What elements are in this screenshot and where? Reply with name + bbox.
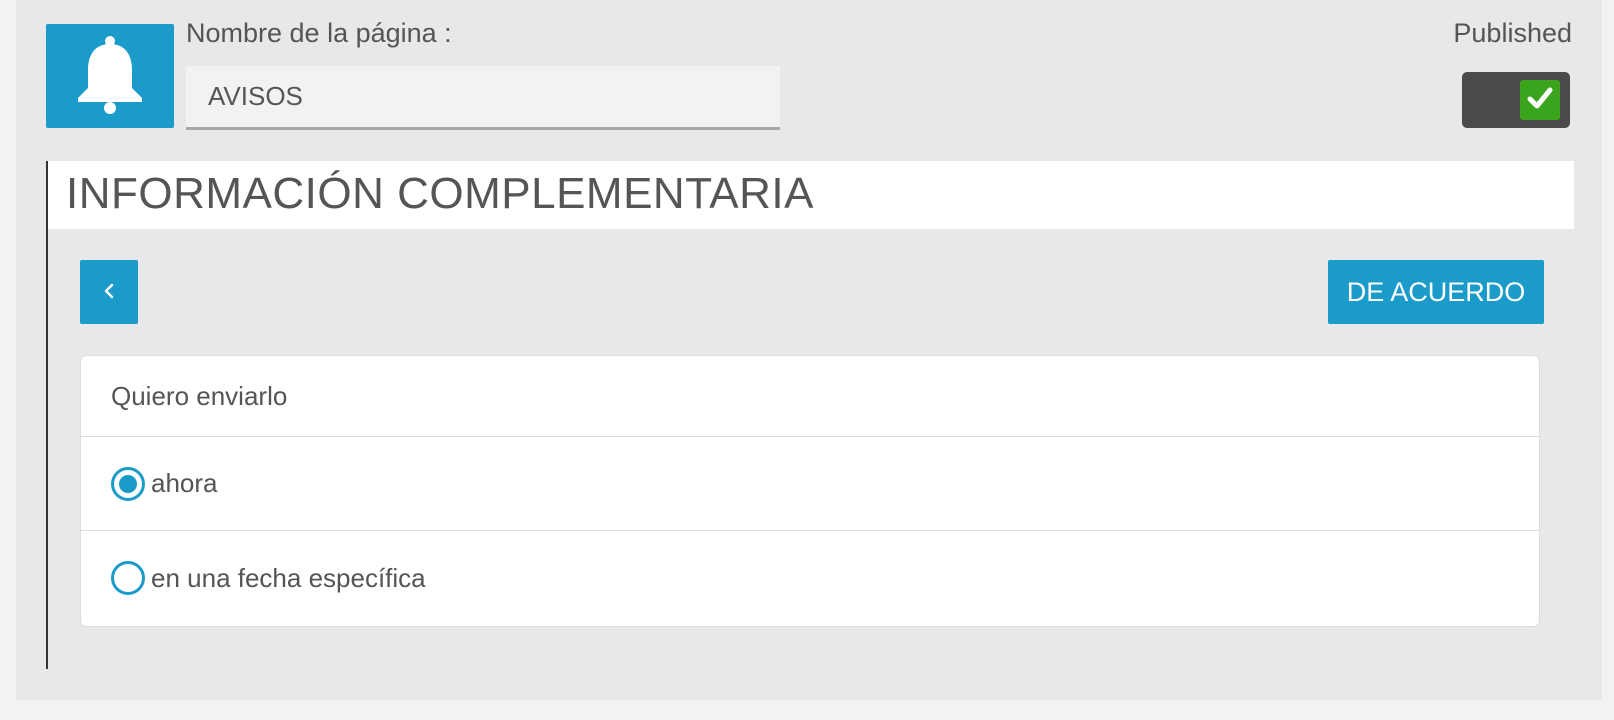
page-name-input[interactable]	[186, 66, 780, 130]
option-specific-date[interactable]: en una fecha específica	[81, 531, 1539, 625]
chevron-left-icon	[101, 281, 117, 304]
page-icon-tile[interactable]	[46, 24, 174, 128]
send-options-card: Quiero enviarlo ahora en una fecha espec…	[80, 355, 1540, 627]
option-now-label: ahora	[151, 468, 218, 498]
bell-icon	[74, 32, 146, 121]
page-name-label: Nombre de la página :	[186, 18, 452, 48]
section-title: INFORMACIÓN COMPLEMENTARIA	[66, 169, 815, 218]
radio-specific-date[interactable]	[111, 561, 145, 595]
section-title-bar: INFORMACIÓN COMPLEMENTARIA	[48, 161, 1574, 229]
send-options-header: Quiero enviarlo	[81, 356, 1539, 437]
ok-button[interactable]: DE ACUERDO	[1328, 260, 1544, 324]
published-toggle[interactable]	[1462, 72, 1570, 128]
option-specific-date-label: en una fecha específica	[151, 562, 426, 593]
checkmark-icon	[1526, 84, 1554, 117]
complementary-info-section: INFORMACIÓN COMPLEMENTARIA DE ACUERDO Qu…	[46, 161, 1574, 669]
option-now[interactable]: ahora	[81, 437, 1539, 531]
back-button[interactable]	[80, 260, 138, 324]
toggle-knob	[1520, 80, 1560, 120]
radio-now[interactable]	[111, 466, 145, 501]
published-label: Published	[1453, 18, 1572, 48]
